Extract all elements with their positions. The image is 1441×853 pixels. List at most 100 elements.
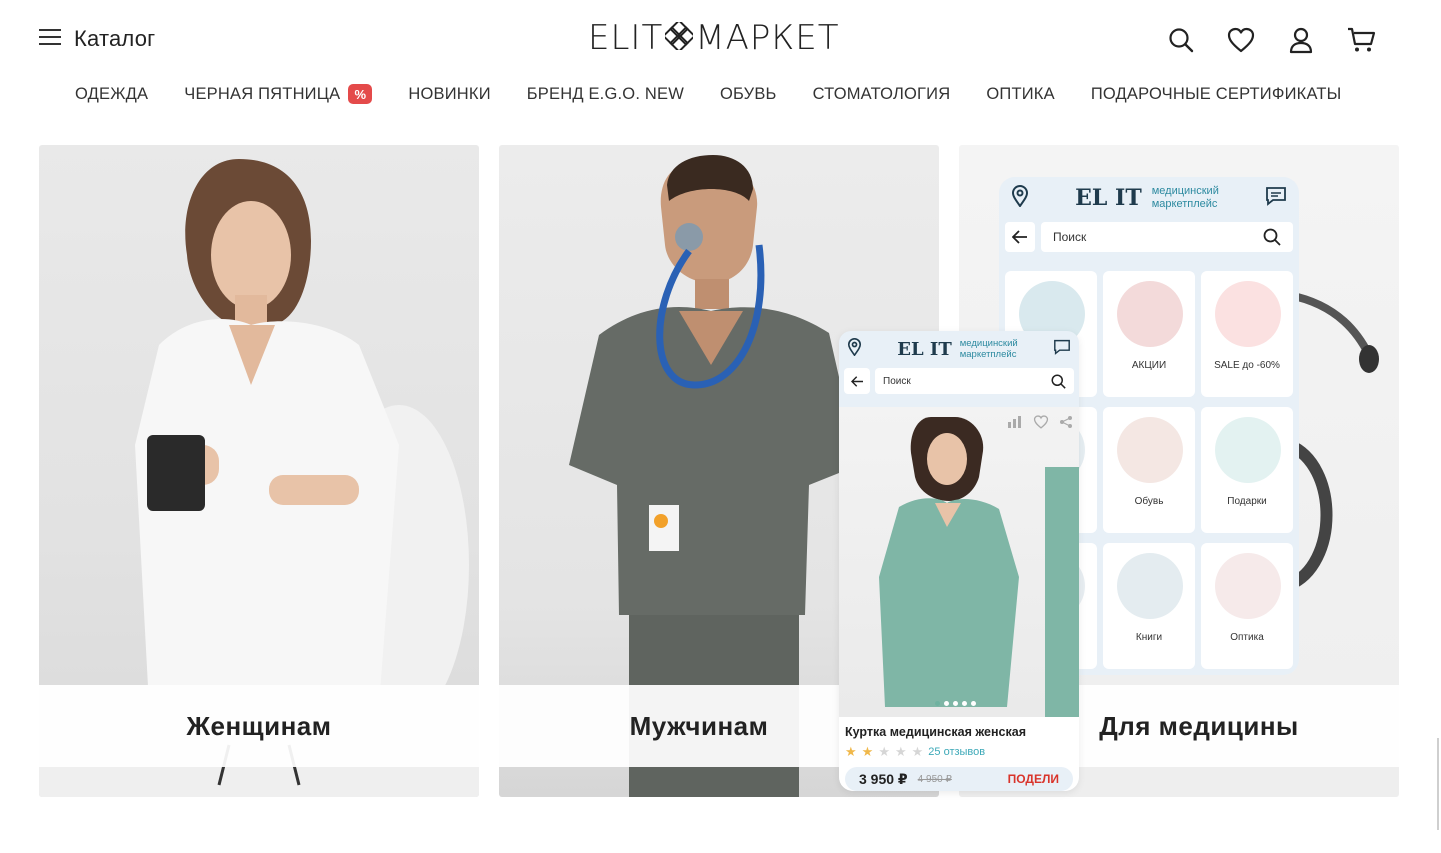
share-label: ПОДЕЛИ — [1007, 772, 1059, 786]
carousel-dot — [953, 701, 958, 706]
category-card-women[interactable]: Женщинам — [39, 145, 479, 797]
app-tile: Подарки — [1201, 407, 1293, 533]
nav-item-clothing[interactable]: ОДЕЖДА — [75, 85, 148, 104]
catalog-label: Каталог — [74, 26, 156, 51]
app-tile: Обувь — [1103, 407, 1195, 533]
app-header: EL IT медицинский маркетплейс — [999, 177, 1299, 219]
app-brand-text: EL IT — [897, 338, 952, 360]
app-mockup-product: EL IT медицинский маркетплейс Поиск Курт… — [839, 331, 1079, 791]
cart-icon[interactable] — [1346, 24, 1376, 56]
star-icon: ★ — [911, 744, 924, 759]
carousel-dots — [935, 701, 976, 706]
app-search-row: Поиск — [1005, 222, 1293, 252]
user-icon[interactable] — [1286, 24, 1316, 56]
app-subtitle-line2: маркетплейс — [1151, 198, 1218, 210]
nav-label: СТОМАТОЛОГИЯ — [812, 84, 951, 103]
gift-image — [1215, 417, 1281, 483]
location-pin-icon — [847, 337, 862, 361]
chat-icon — [1265, 186, 1287, 211]
card-label-bar: Женщинам — [39, 685, 479, 767]
price-bar: 3 950 ₽ 4 950 ₽ ПОДЕЛИ — [845, 767, 1073, 791]
app-search-placeholder: Поиск — [883, 375, 911, 387]
main-nav: ОДЕЖДА ЧЕРНАЯ ПЯТНИЦА% НОВИНКИ БРЕНД E.G… — [75, 84, 1342, 104]
nav-item-black-friday[interactable]: ЧЕРНАЯ ПЯТНИЦА% — [184, 84, 373, 104]
app-tile: АКЦИИ — [1103, 271, 1195, 397]
product-rating: ★ ★ ★ ★ ★ 25 отзывов — [845, 745, 985, 758]
nav-item-optics[interactable]: ОПТИКА — [986, 85, 1054, 104]
star-icon: ★ — [894, 744, 907, 759]
search-icon[interactable] — [1166, 24, 1196, 56]
share-icon — [1060, 416, 1072, 428]
app-search-placeholder: Поиск — [1053, 230, 1087, 244]
header-actions — [1166, 24, 1376, 56]
books-image — [1117, 553, 1183, 619]
star-icon: ★ — [878, 744, 890, 759]
carousel-dot — [971, 701, 976, 706]
app-brand: EL IT медицинский маркетплейс — [1075, 185, 1219, 211]
logo-text-left: ELIT — [588, 18, 664, 58]
catalog-button[interactable]: Каталог — [38, 26, 155, 52]
nav-item-new[interactable]: НОВИНКИ — [408, 85, 490, 104]
carousel-dot — [944, 701, 949, 706]
app-subtitle-line2: маркетплейс — [959, 349, 1017, 360]
nav-label: НОВИНКИ — [408, 84, 491, 103]
star-icon: ★ — [845, 744, 857, 759]
product-price: 3 950 ₽ — [859, 770, 908, 787]
app-search-input: Поиск — [875, 368, 1074, 394]
location-pin-icon — [1011, 184, 1029, 212]
heart-icon — [1033, 415, 1049, 429]
nav-label: ОДЕЖДА — [75, 84, 149, 103]
card-title-women: Женщинам — [186, 710, 332, 741]
compare-icon — [1008, 416, 1021, 428]
product-photo-actions — [1007, 415, 1073, 429]
app-subtitle-line1: медицинский — [959, 338, 1018, 349]
app-tile: Оптика — [1201, 543, 1293, 669]
sale-image — [1117, 281, 1183, 347]
search-icon — [1263, 228, 1281, 246]
logo-knot-icon — [662, 18, 697, 55]
app-brand-text: EL IT — [1075, 185, 1142, 211]
search-icon — [1051, 374, 1066, 389]
discount-image — [1215, 281, 1281, 347]
shoes-image — [1117, 417, 1183, 483]
back-arrow-icon — [1005, 222, 1035, 252]
product-photo — [839, 407, 1079, 717]
nav-item-brand-ego[interactable]: БРЕНД E.G.O. NEW — [527, 85, 684, 104]
back-arrow-icon — [844, 368, 870, 394]
card-title-medicine: Для медицины — [1099, 710, 1299, 741]
nav-item-gift-cards[interactable]: ПОДАРОЧНЫЕ СЕРТИФИКАТЫ — [1091, 85, 1342, 104]
nav-item-dentistry[interactable]: СТОМАТОЛОГИЯ — [813, 85, 951, 104]
chat-icon — [1053, 339, 1071, 360]
nav-label: ОБУВЬ — [719, 84, 777, 103]
nav-label: ОПТИКА — [986, 84, 1055, 103]
app-brand: EL IT медицинский маркетплейс — [897, 338, 1017, 360]
carousel-dot — [962, 701, 967, 706]
site-header: Каталог ELIT МАРКЕТ ОДЕЖДА ЧЕРНАЯ ПЯТНИЦ… — [0, 0, 1441, 104]
star-icon: ★ — [861, 744, 874, 759]
review-count: 25 отзывов — [928, 745, 986, 758]
hamburger-icon — [38, 27, 62, 52]
product-old-price: 4 950 ₽ — [917, 773, 952, 785]
app-search-row: Поиск — [844, 368, 1074, 394]
sale-badge: % — [348, 84, 373, 104]
scrollbar[interactable] — [1437, 738, 1439, 830]
tile-label: Обувь — [1134, 496, 1164, 507]
nav-item-shoes[interactable]: ОБУВЬ — [720, 85, 777, 104]
logo-text-right: МАРКЕТ — [695, 18, 840, 58]
app-tile: Книги — [1103, 543, 1195, 669]
site-logo[interactable]: ELIT МАРКЕТ — [588, 18, 840, 58]
tile-label: Подарки — [1227, 496, 1267, 507]
app-header: EL IT медицинский маркетплейс — [839, 331, 1079, 367]
product-title: Куртка медицинская женская — [845, 725, 1027, 739]
nav-label: БРЕНД E.G.O. NEW — [526, 84, 684, 103]
app-subtitle: медицинский маркетплейс — [1152, 185, 1219, 211]
glasses-image — [1215, 553, 1281, 619]
carousel-dot — [935, 701, 940, 706]
app-subtitle: медицинский маркетплейс — [960, 338, 1018, 360]
tile-label: АКЦИИ — [1131, 360, 1167, 371]
app-tile: SALE до -60% — [1201, 271, 1293, 397]
tile-label: SALE до -60% — [1214, 360, 1280, 371]
product-model-image — [879, 417, 1079, 717]
heart-icon[interactable] — [1226, 24, 1256, 56]
product-info: Куртка медицинская женская ★ ★ ★ ★ ★ 25 … — [839, 717, 1079, 791]
